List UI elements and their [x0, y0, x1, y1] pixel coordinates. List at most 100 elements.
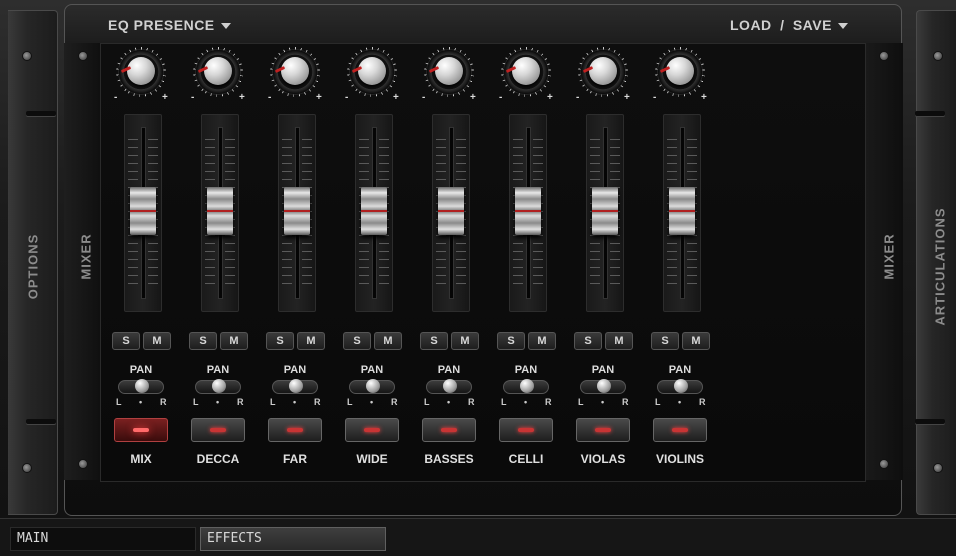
led-indicator: [210, 428, 226, 432]
channel-select-button[interactable]: [345, 418, 399, 442]
mute-button[interactable]: M: [143, 332, 171, 350]
pan-knob[interactable]: [289, 379, 303, 393]
fader-slot: [278, 114, 316, 312]
volume-knob[interactable]: [424, 47, 474, 97]
pan-right-label: R: [237, 397, 244, 407]
mute-button[interactable]: M: [374, 332, 402, 350]
preset-label: EQ PRESENCE: [108, 17, 215, 33]
fader-handle[interactable]: [207, 187, 233, 235]
solo-button[interactable]: S: [574, 332, 602, 350]
fader-indicator: [207, 210, 233, 212]
fader-slot: [201, 114, 239, 312]
channel-select-button[interactable]: [499, 418, 553, 442]
led-indicator: [595, 428, 611, 432]
plus-sign: +: [470, 92, 476, 103]
fader-handle[interactable]: [669, 187, 695, 235]
solo-button[interactable]: S: [112, 332, 140, 350]
load-save-menu[interactable]: LOAD / SAVE: [730, 17, 848, 33]
save-button[interactable]: SAVE: [793, 17, 832, 33]
volume-knob[interactable]: [578, 47, 628, 97]
screw-icon: [22, 51, 32, 61]
mute-button[interactable]: M: [682, 332, 710, 350]
tab-effects[interactable]: EFFECTS: [200, 527, 386, 551]
pan-slider[interactable]: [195, 379, 241, 394]
pan-slider[interactable]: [657, 379, 703, 394]
knob-cap: [666, 57, 694, 85]
mute-button[interactable]: M: [297, 332, 325, 350]
pan-knob[interactable]: [597, 379, 611, 393]
channel-select-button[interactable]: [191, 418, 245, 442]
pan-slider[interactable]: [349, 379, 395, 394]
options-side-panel[interactable]: OPTIONS: [8, 10, 58, 515]
solo-button[interactable]: S: [651, 332, 679, 350]
pan-label: PAN: [591, 364, 615, 376]
fader-handle[interactable]: [361, 187, 387, 235]
mute-button[interactable]: M: [528, 332, 556, 350]
pan-left-label: L: [347, 397, 353, 407]
channel-strip: - + S M PAN L • R: [568, 47, 638, 478]
knob-cap: [281, 57, 309, 85]
channel-select-button[interactable]: [114, 418, 168, 442]
volume-knob[interactable]: [501, 47, 551, 97]
pan-center-label: •: [601, 397, 605, 407]
channel-name: VIOLAS: [580, 452, 626, 466]
pan-slider[interactable]: [426, 379, 472, 394]
channel-select-button[interactable]: [653, 418, 707, 442]
pan-slider[interactable]: [580, 379, 626, 394]
solo-button[interactable]: S: [266, 332, 294, 350]
volume-knob[interactable]: [116, 47, 166, 97]
mute-button[interactable]: M: [220, 332, 248, 350]
plus-sign: +: [393, 92, 399, 103]
minus-sign: -: [422, 92, 426, 103]
pan-label: PAN: [360, 364, 384, 376]
volume-knob[interactable]: [193, 47, 243, 97]
fader-slot: [432, 114, 470, 312]
load-button[interactable]: LOAD: [730, 17, 772, 33]
plus-sign: +: [547, 92, 553, 103]
pan-slider[interactable]: [272, 379, 318, 394]
plus-sign: +: [162, 92, 168, 103]
pan-right-label: R: [622, 397, 629, 407]
bottom-tab-bar: MAIN EFFECTS: [0, 518, 956, 556]
mute-button[interactable]: M: [451, 332, 479, 350]
solo-button[interactable]: S: [343, 332, 371, 350]
tab-main[interactable]: MAIN: [10, 527, 196, 551]
fader-handle[interactable]: [284, 187, 310, 235]
channel-select-button[interactable]: [576, 418, 630, 442]
fader-handle[interactable]: [592, 187, 618, 235]
rack-notch: [26, 111, 56, 116]
pan-slider[interactable]: [118, 379, 164, 394]
fader-handle[interactable]: [515, 187, 541, 235]
solo-button[interactable]: S: [420, 332, 448, 350]
mixer-right-strip[interactable]: MIXER: [864, 43, 903, 480]
channel-strip: - + S M PAN L • R: [491, 47, 561, 478]
minus-sign: -: [191, 92, 195, 103]
channel-select-button[interactable]: [422, 418, 476, 442]
pan-slider[interactable]: [503, 379, 549, 394]
volume-knob[interactable]: [655, 47, 705, 97]
solo-button[interactable]: S: [497, 332, 525, 350]
preset-dropdown[interactable]: EQ PRESENCE: [108, 17, 231, 33]
screw-icon: [879, 459, 889, 469]
fader-handle[interactable]: [438, 187, 464, 235]
pan-knob[interactable]: [135, 379, 149, 393]
pan-center-label: •: [678, 397, 682, 407]
volume-knob[interactable]: [270, 47, 320, 97]
channel-select-button[interactable]: [268, 418, 322, 442]
minus-sign: -: [114, 92, 118, 103]
pan-left-label: L: [116, 397, 122, 407]
pan-knob[interactable]: [674, 379, 688, 393]
pan-knob[interactable]: [520, 379, 534, 393]
mute-button[interactable]: M: [605, 332, 633, 350]
pan-left-label: L: [270, 397, 276, 407]
mixer-left-strip: MIXER: [64, 43, 100, 480]
pan-knob[interactable]: [443, 379, 457, 393]
pan-knob[interactable]: [212, 379, 226, 393]
led-indicator: [441, 428, 457, 432]
articulations-side-panel[interactable]: ARTICULATIONS: [915, 10, 956, 515]
solo-button[interactable]: S: [189, 332, 217, 350]
fader-handle[interactable]: [130, 187, 156, 235]
pan-knob[interactable]: [366, 379, 380, 393]
volume-knob[interactable]: [347, 47, 397, 97]
channel-strip: - + S M PAN L • R: [645, 47, 715, 478]
